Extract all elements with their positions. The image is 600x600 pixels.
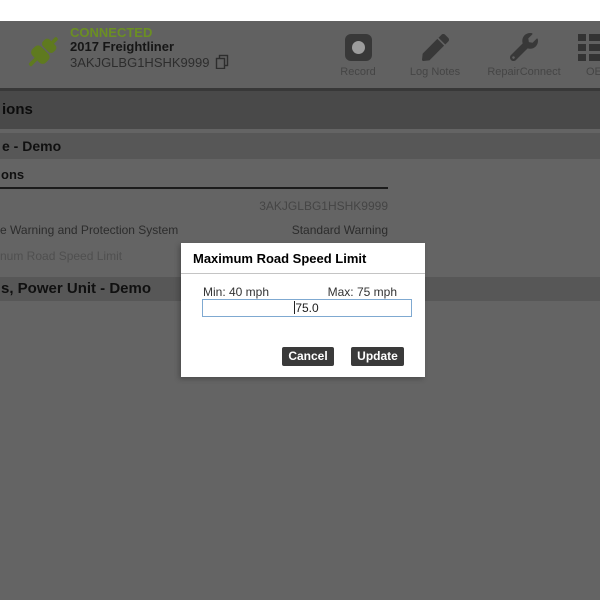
connection-status: CONNECTED [70,26,229,40]
parameter-group-title: ons [1,167,24,182]
cancel-button[interactable]: Cancel [282,347,334,366]
toolbar-oe-label-group: RepairConnect [487,66,560,78]
toolbar-record-label: Record [340,66,375,78]
section-header-component-label: e - Demo [2,138,61,154]
pencil-icon [422,31,449,61]
vehicle-info-block: CONNECTED 2017 Freightliner 3AKJGLBG1HSH… [70,26,229,72]
dialog-title: Maximum Road Speed Limit [193,251,366,266]
parameter-row-warning-system[interactable]: e Warning and Protection System Standard… [0,223,388,237]
connection-header: CONNECTED 2017 Freightliner 3AKJGLBG1HSH… [0,21,600,91]
wrench-icon [510,31,538,61]
list-icon [578,31,600,61]
top-white-strip [0,0,600,21]
page-title: ions [2,101,33,118]
section-header-power-unit-label: s, Power Unit - Demo [1,280,151,297]
toolbar-record-button[interactable]: Record [330,31,386,78]
parameter-label: e Warning and Protection System [0,223,178,237]
toolbar-log-notes-button[interactable]: Log Notes [400,31,470,78]
text-caret [294,301,295,314]
parameter-vin-value: 3AKJGLBG1HSHK9999 [0,199,388,213]
speed-limit-input[interactable] [202,299,412,317]
page-title-bar: ions [0,91,600,129]
copy-icon[interactable] [215,54,229,72]
max-value-label: Max: 75 mph [328,285,397,299]
vehicle-vin: 3AKJGLBG1HSHK9999 [70,56,209,70]
record-icon [345,31,372,61]
toolbar-repairconnect-button[interactable]: RepairConnect [476,31,572,78]
dialog-divider [181,273,425,274]
max-road-speed-dialog: Maximum Road Speed Limit Min: 40 mph Max… [181,243,425,377]
connected-plug-icon [22,30,64,74]
parameter-label: num Road Speed Limit [0,249,122,263]
toolbar-oe-label: OE [586,66,600,78]
section-header-component[interactable]: e - Demo [0,133,600,159]
toolbar-log-notes-label: Log Notes [410,66,460,78]
parameter-value: Standard Warning [292,223,388,237]
update-button[interactable]: Update [351,347,404,366]
vehicle-name: 2017 Freightliner [70,40,229,54]
parameter-group-underline [0,187,388,189]
toolbar-oe-button[interactable]: OE [578,31,600,78]
min-value-label: Min: 40 mph [203,285,269,299]
